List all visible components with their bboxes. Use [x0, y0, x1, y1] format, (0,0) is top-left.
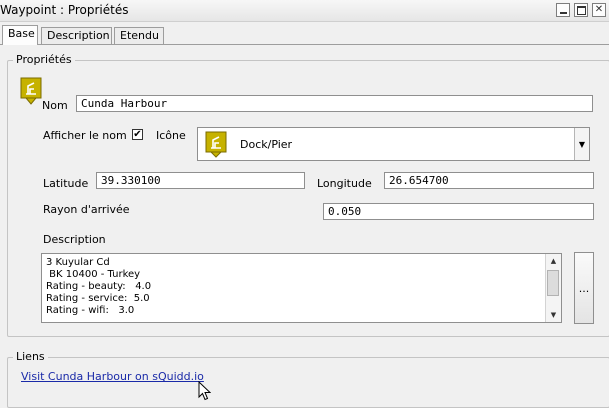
tab-etendu[interactable]: Etendu	[114, 27, 164, 45]
description-line: Rating - beauty: 4.0	[46, 281, 152, 292]
scroll-up-icon: ▲	[550, 257, 557, 265]
name-input[interactable]	[76, 95, 593, 112]
minimize-button[interactable]	[556, 3, 570, 17]
description-more-button[interactable]: ...	[574, 252, 594, 324]
squidd-link[interactable]: Visit Cunda Harbour on sQuidd.io	[21, 370, 204, 383]
close-icon: ✕	[594, 4, 604, 15]
description-line: 3 Kuyular Cd	[46, 257, 110, 268]
longitude-label: Longitude	[317, 177, 372, 190]
links-legend: Liens	[13, 350, 48, 363]
description-line: BK 10400 - Turkey	[46, 269, 141, 280]
latitude-input[interactable]	[96, 172, 305, 189]
show-name-label: Afficher le nom	[43, 129, 127, 142]
scroll-down-icon: ▼	[550, 311, 557, 319]
scrollbar-thumb[interactable]	[547, 270, 559, 296]
tab-divider	[0, 44, 609, 45]
scroll-up-button[interactable]: ▲	[546, 254, 561, 268]
properties-legend: Propriétés	[13, 53, 75, 66]
description-scrollbar[interactable]: ▲ ▼	[545, 254, 561, 322]
arrival-radius-input[interactable]	[323, 203, 594, 220]
waypoint-dock-icon	[20, 77, 42, 107]
mouse-cursor-icon	[198, 380, 212, 404]
maximize-icon	[576, 5, 586, 15]
latitude-label: Latitude	[43, 177, 89, 190]
description-textarea[interactable]: 3 Kuyular Cd BK 10400 - Turkey Rating - …	[41, 253, 562, 323]
name-label: Nom	[42, 99, 68, 112]
description-line: Rating - service: 5.0	[46, 293, 150, 304]
window-title: Waypoint : Propriétés	[0, 3, 129, 17]
tab-base[interactable]: Base	[2, 25, 38, 45]
scroll-down-button[interactable]: ▼	[546, 308, 561, 322]
close-button[interactable]: ✕	[592, 3, 606, 17]
description-label: Description	[43, 233, 106, 246]
icon-selected-value: Dock/Pier	[240, 138, 293, 151]
chevron-down-icon: ▼	[578, 139, 586, 149]
arrival-radius-label: Rayon d'arrivée	[43, 203, 130, 216]
longitude-input[interactable]	[384, 172, 594, 189]
title-bar: Waypoint : Propriétés ✕	[0, 0, 609, 22]
icon-label: Icône	[156, 129, 186, 142]
minimize-icon	[559, 12, 567, 14]
dropdown-arrow-button[interactable]: ▼	[574, 128, 589, 160]
icon-select[interactable]: Dock/Pier ▼	[197, 127, 590, 161]
dock-pier-icon	[205, 131, 227, 159]
description-line: Rating - wifi: 3.0	[46, 305, 135, 316]
checkmark-icon: ✔	[133, 129, 142, 140]
show-name-checkbox[interactable]: ✔	[132, 129, 143, 140]
maximize-button[interactable]	[574, 3, 588, 17]
tab-description[interactable]: Description	[41, 27, 112, 45]
